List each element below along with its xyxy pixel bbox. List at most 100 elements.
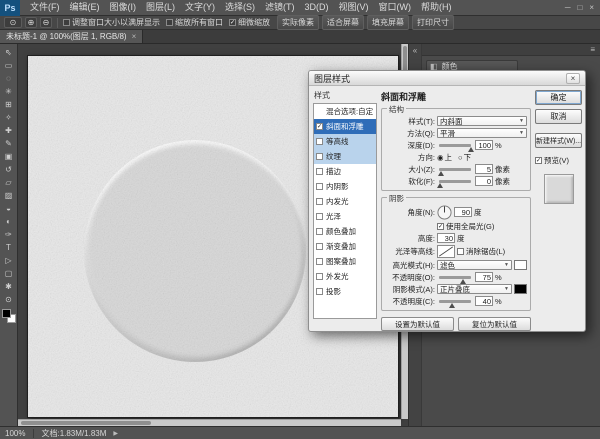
bevel-style-select[interactable]: 内斜面 ▼ — [437, 116, 527, 126]
angle-value[interactable]: 90 — [454, 207, 472, 217]
style-list-item[interactable]: 混合选项:自定 — [314, 104, 376, 119]
tool-button[interactable]: ◐ — [1, 215, 17, 228]
dialog-titlebar[interactable]: 图层样式 × — [309, 71, 585, 86]
antialias-checkbox[interactable] — [457, 248, 464, 255]
style-checkbox[interactable] — [316, 183, 323, 190]
depth-slider[interactable] — [439, 144, 471, 147]
scrollbar-thumb[interactable] — [21, 421, 151, 425]
tool-button[interactable]: ✧ — [1, 111, 17, 124]
foreground-color-swatch[interactable] — [2, 309, 11, 318]
checkbox-icon[interactable] — [166, 19, 173, 26]
tool-button[interactable]: ▱ — [1, 176, 17, 189]
slider-knob[interactable] — [460, 279, 466, 284]
menu-item[interactable]: 文字(Y) — [180, 0, 220, 16]
tool-button[interactable]: ▢ — [1, 267, 17, 280]
tool-button[interactable]: ✑ — [1, 228, 17, 241]
direction-up-radio[interactable]: ◉ 上 — [437, 152, 452, 163]
style-checkbox[interactable] — [316, 213, 323, 220]
style-list-item[interactable]: 外发光 — [314, 269, 376, 284]
zoom-preset-button[interactable]: 实际像素 — [277, 15, 319, 30]
highlight-color-swatch[interactable] — [514, 260, 527, 270]
tool-button[interactable]: ▭ — [1, 59, 17, 72]
slider-knob[interactable] — [468, 147, 474, 152]
style-list-item[interactable]: 光泽 — [314, 209, 376, 224]
soften-slider[interactable] — [439, 180, 471, 183]
angle-dial[interactable] — [437, 205, 452, 220]
tool-button[interactable]: ⇖ — [1, 46, 17, 59]
size-value[interactable]: 5 — [475, 164, 493, 174]
option-checkbox[interactable]: 缩放所有窗口 — [166, 17, 223, 28]
panel-menu-icon[interactable]: ≡ — [590, 45, 595, 54]
style-checkbox[interactable] — [316, 273, 323, 280]
tool-button[interactable]: ✳ — [1, 85, 17, 98]
close-icon[interactable]: × — [566, 73, 580, 84]
slider-knob[interactable] — [438, 171, 444, 176]
tool-button[interactable]: ⊙ — [1, 293, 17, 306]
preview-toggle[interactable]: ✓ 预览(V) — [535, 155, 582, 166]
style-checkbox[interactable] — [316, 138, 323, 145]
tool-button[interactable]: ✚ — [1, 124, 17, 137]
highlight-opacity-slider[interactable] — [439, 276, 471, 279]
style-checkbox[interactable] — [316, 198, 323, 205]
style-checkbox[interactable]: ✓ — [316, 123, 323, 130]
defaults-button[interactable]: 复位为默认值 — [458, 317, 531, 331]
style-list-item[interactable]: 等高线 — [314, 134, 376, 149]
ok-button[interactable]: 确定 — [535, 90, 582, 105]
menu-item[interactable]: 窗口(W) — [374, 0, 417, 16]
tool-button[interactable]: ▣ — [1, 150, 17, 163]
tool-button[interactable]: ▨ — [1, 189, 17, 202]
style-list-item[interactable]: 图案叠加 — [314, 254, 376, 269]
style-list-item[interactable]: 纹理 — [314, 149, 376, 164]
zoom-preset-button[interactable]: 填充屏幕 — [367, 15, 409, 30]
menu-item[interactable]: 3D(D) — [300, 0, 334, 16]
menu-item[interactable]: 编辑(E) — [65, 0, 105, 16]
tool-button[interactable]: T — [1, 241, 17, 254]
tool-button[interactable]: ⊞ — [1, 98, 17, 111]
zoom-preset-button[interactable]: 适合屏幕 — [322, 15, 364, 30]
soften-value[interactable]: 0 — [475, 176, 493, 186]
altitude-value[interactable]: 30 — [437, 233, 455, 243]
style-list-item[interactable]: 内阴影 — [314, 179, 376, 194]
shadow-mode-select[interactable]: 正片叠底 ▼ — [437, 284, 512, 294]
zoom-in-toggle[interactable]: ⊕ — [25, 17, 37, 28]
style-checkbox[interactable] — [316, 258, 323, 265]
direction-down-radio[interactable]: ○ 下 — [458, 152, 471, 163]
highlight-mode-select[interactable]: 滤色 ▼ — [437, 260, 512, 270]
preview-checkbox[interactable]: ✓ — [535, 157, 542, 164]
technique-select[interactable]: 平滑 ▼ — [437, 128, 527, 138]
style-list-item[interactable]: ✓ 斜面和浮雕 — [314, 119, 376, 134]
global-light-checkbox[interactable]: ✓ — [437, 223, 444, 230]
style-list-item[interactable]: 描边 — [314, 164, 376, 179]
menu-item[interactable]: 图像(I) — [105, 0, 142, 16]
slider-knob[interactable] — [437, 183, 443, 188]
tool-button[interactable]: ✱ — [1, 280, 17, 293]
menu-item[interactable]: 图层(L) — [141, 0, 180, 16]
shadow-opacity-slider[interactable] — [439, 300, 471, 303]
menu-item[interactable]: 选择(S) — [220, 0, 260, 16]
slider-knob[interactable] — [449, 303, 455, 308]
defaults-button[interactable]: 设置为默认值 — [381, 317, 454, 331]
gloss-contour-picker[interactable] — [437, 245, 455, 258]
style-list-item[interactable]: 投影 — [314, 284, 376, 299]
style-checkbox[interactable] — [316, 243, 323, 250]
style-list-item[interactable]: 颜色叠加 — [314, 224, 376, 239]
menu-item[interactable]: 滤镜(T) — [260, 0, 300, 16]
tool-button[interactable]: ◌ — [1, 72, 17, 85]
active-tool-icon[interactable]: ⊙ — [4, 17, 22, 28]
menu-item[interactable]: 帮助(H) — [416, 0, 457, 16]
size-slider[interactable] — [439, 168, 471, 171]
tool-button[interactable]: ✎ — [1, 137, 17, 150]
shadow-color-swatch[interactable] — [514, 284, 527, 294]
style-checkbox[interactable] — [316, 168, 323, 175]
new-style-button[interactable]: 新建样式(W)... — [535, 133, 582, 148]
collapse-panels-icon[interactable]: « — [413, 46, 417, 55]
style-list-item[interactable]: 渐变叠加 — [314, 239, 376, 254]
close-icon[interactable]: × — [132, 32, 137, 41]
cancel-button[interactable]: 取消 — [535, 109, 582, 124]
shadow-opacity-value[interactable]: 40 — [475, 296, 493, 306]
document-tab[interactable]: 未标题-1 @ 100%(图层 1, RGB/8) × — [0, 30, 143, 43]
zoom-level-field[interactable]: 100% — [5, 429, 34, 438]
tool-button[interactable]: ▷ — [1, 254, 17, 267]
tool-button[interactable]: ◒ — [1, 202, 17, 215]
style-checkbox[interactable] — [316, 228, 323, 235]
